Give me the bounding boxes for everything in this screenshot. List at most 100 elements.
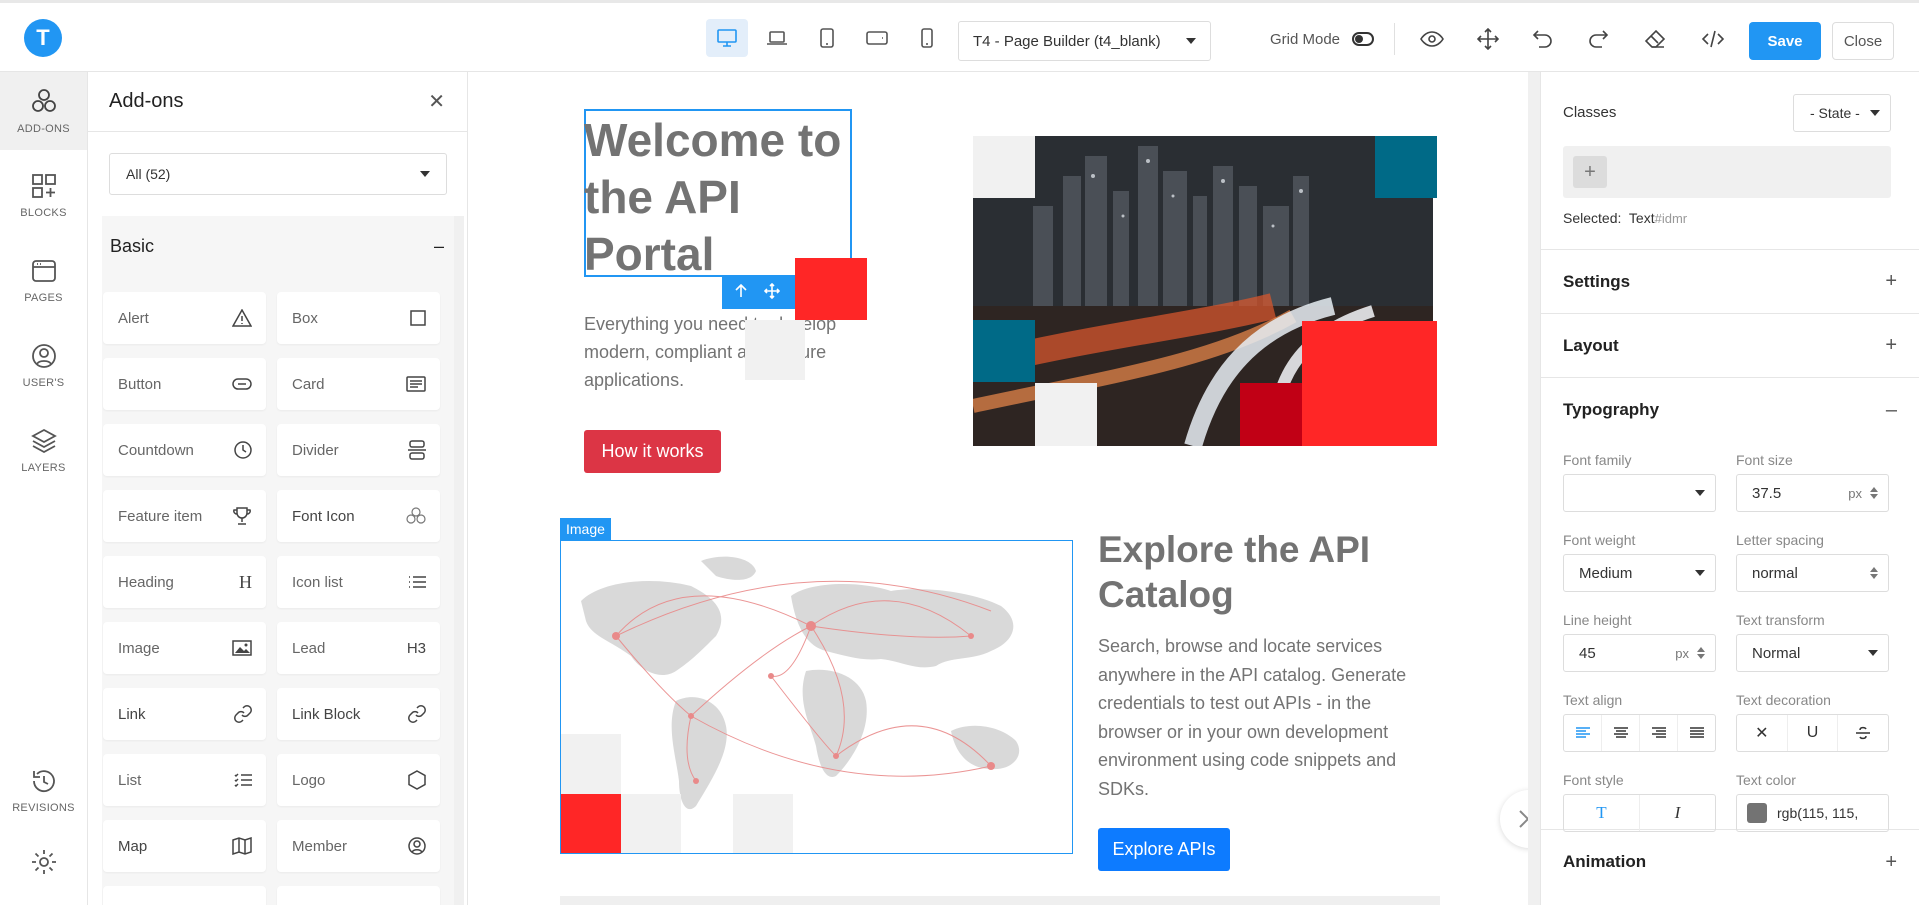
addon-map[interactable]: Map <box>103 820 266 872</box>
divider-icon <box>408 440 426 460</box>
animation-section-header[interactable]: Animation + <box>1541 830 1919 894</box>
eraser-icon[interactable] <box>1641 25 1669 53</box>
settings-icon <box>31 850 56 874</box>
color-swatch[interactable] <box>1747 803 1767 823</box>
line-height-unit[interactable]: px <box>1675 646 1689 661</box>
addon-more[interactable] <box>103 886 266 905</box>
world-map-image[interactable] <box>560 540 1073 854</box>
move-icon[interactable] <box>1474 25 1502 53</box>
layout-section-header[interactable]: Layout + <box>1541 314 1919 378</box>
classes-section: Classes - State - + Selected: Text#idmr <box>1541 72 1919 250</box>
expand-panel-button[interactable] <box>1500 790 1528 848</box>
align-justify-icon[interactable] <box>1678 715 1715 751</box>
chevron-down-icon <box>1868 650 1878 656</box>
tablet-icon[interactable] <box>806 19 848 57</box>
font-size-label: Font size <box>1736 452 1793 468</box>
close-button[interactable]: Close <box>1832 22 1894 60</box>
addon-heading[interactable]: Heading H <box>103 556 266 608</box>
undo-icon[interactable] <box>1529 25 1557 53</box>
strikethrough-icon[interactable] <box>1838 715 1888 751</box>
tablet-landscape-icon[interactable] <box>856 19 898 57</box>
arrow-up-icon[interactable] <box>734 283 748 303</box>
addon-alert[interactable]: Alert <box>103 292 266 344</box>
addon-link[interactable]: Link <box>103 688 266 740</box>
close-icon[interactable]: ✕ <box>428 89 445 114</box>
laptop-icon[interactable] <box>756 19 798 57</box>
explore-text[interactable]: Search, browse and locate services anywh… <box>1098 632 1438 803</box>
normal-style-icon[interactable]: T <box>1564 795 1640 831</box>
move-icon[interactable] <box>763 282 780 304</box>
addon-box[interactable]: Box <box>277 292 440 344</box>
rail-item-blocks[interactable]: BLOCKS <box>0 157 87 235</box>
font-family-select[interactable] <box>1563 474 1716 512</box>
rail-item-pages[interactable]: PAGES <box>0 242 87 320</box>
addon-lead[interactable]: Lead H3 <box>277 622 440 674</box>
addon-font-icon[interactable]: Font Icon <box>277 490 440 542</box>
rail-item-layers[interactable]: LAYERS <box>0 412 87 490</box>
addon-image[interactable]: Image <box>103 622 266 674</box>
hero-subtitle[interactable]: Everything you need to develop modern, c… <box>584 310 859 394</box>
state-select[interactable]: - State - <box>1793 94 1891 132</box>
canvas-scrollbar[interactable] <box>1528 72 1540 905</box>
grid-mode-toggle[interactable] <box>1352 32 1374 46</box>
addon-feature-item[interactable]: Feature item <box>103 490 266 542</box>
rail-item-users[interactable]: USER'S <box>0 327 87 405</box>
add-class-button[interactable]: + <box>1573 156 1607 188</box>
addon-divider[interactable]: Divider <box>277 424 440 476</box>
section-title: Typography <box>1563 400 1660 419</box>
typography-section-header[interactable]: Typography – <box>1541 378 1919 442</box>
addon-label: Feature item <box>118 507 203 525</box>
hexagon-icon <box>408 770 426 790</box>
underline-icon[interactable]: U <box>1788 715 1839 751</box>
addon-countdown[interactable]: Countdown <box>103 424 266 476</box>
code-icon[interactable] <box>1699 25 1727 53</box>
text-color-input[interactable]: rgb(115, 115, <box>1736 794 1889 832</box>
template-select[interactable]: T4 - Page Builder (t4_blank) <box>958 21 1211 61</box>
decoration-none-icon[interactable]: ✕ <box>1737 715 1788 751</box>
addons-scrollbar[interactable] <box>454 216 464 905</box>
preview-eye-icon[interactable] <box>1418 25 1446 53</box>
addon-more[interactable] <box>277 886 440 905</box>
stepper-icon[interactable] <box>1870 487 1878 499</box>
line-height-value: 45 <box>1579 644 1596 662</box>
addon-icon-list[interactable]: Icon list <box>277 556 440 608</box>
rail-item-addons[interactable]: ADD-ONS <box>0 72 87 150</box>
chevron-down-icon <box>1870 110 1880 116</box>
app-logo[interactable]: T <box>24 19 62 57</box>
desktop-icon[interactable] <box>706 19 748 57</box>
italic-icon[interactable]: I <box>1640 795 1715 831</box>
addon-logo[interactable]: Logo <box>277 754 440 806</box>
addon-card[interactable]: Card <box>277 358 440 410</box>
font-size-unit[interactable]: px <box>1848 486 1862 501</box>
save-button[interactable]: Save <box>1749 22 1821 60</box>
rail-item-settings[interactable] <box>0 832 87 892</box>
section-title: Layout <box>1563 335 1619 355</box>
text-transform-select[interactable]: Normal <box>1736 634 1889 672</box>
stepper-icon[interactable] <box>1697 647 1705 659</box>
explore-heading[interactable]: Explore the API Catalog <box>1098 527 1458 617</box>
rail-item-revisions[interactable]: REVISIONS <box>0 752 87 830</box>
font-size-input[interactable]: 37.5 px <box>1736 474 1889 512</box>
collapse-icon[interactable]: – <box>434 236 444 257</box>
redo-icon[interactable] <box>1584 25 1612 53</box>
explore-apis-button[interactable]: Explore APIs <box>1098 828 1230 871</box>
rail-label: REVISIONS <box>12 802 75 814</box>
line-height-input[interactable]: 45 px <box>1563 634 1716 672</box>
addon-list[interactable]: List <box>103 754 266 806</box>
basic-section-header[interactable]: Basic – <box>102 216 454 276</box>
stepper-icon[interactable] <box>1870 567 1878 579</box>
letter-spacing-input[interactable]: normal <box>1736 554 1889 592</box>
addons-filter-select[interactable]: All (52) <box>109 153 447 195</box>
user-icon <box>31 344 56 368</box>
addon-link-block[interactable]: Link Block <box>277 688 440 740</box>
align-left-icon[interactable] <box>1564 715 1602 751</box>
mobile-icon[interactable] <box>906 19 948 57</box>
settings-section-header[interactable]: Settings + <box>1541 250 1919 314</box>
addon-member[interactable]: Member <box>277 820 440 872</box>
font-weight-select[interactable]: Medium <box>1563 554 1716 592</box>
align-center-icon[interactable] <box>1602 715 1640 751</box>
addon-button[interactable]: Button <box>103 358 266 410</box>
h3-icon: H3 <box>406 639 426 657</box>
align-right-icon[interactable] <box>1640 715 1678 751</box>
how-it-works-button[interactable]: How it works <box>584 430 721 473</box>
